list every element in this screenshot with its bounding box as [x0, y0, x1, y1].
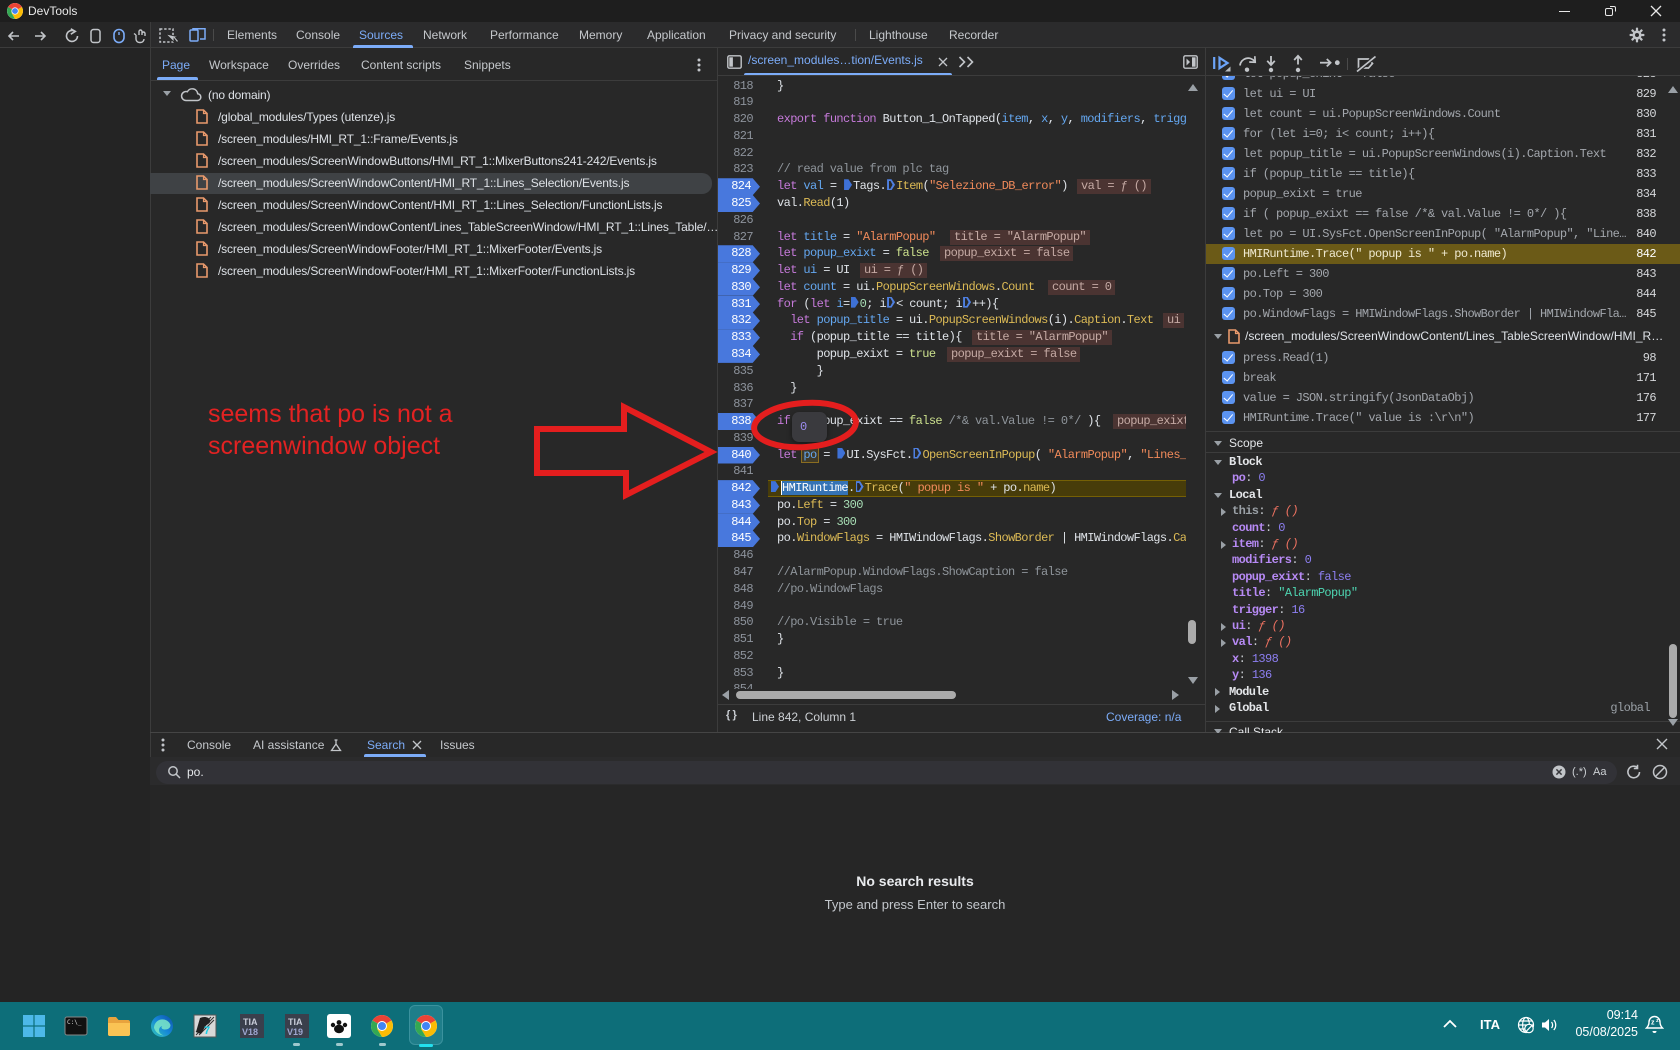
svg-text:V19: V19	[287, 1027, 303, 1037]
svg-text:TIA: TIA	[243, 1017, 258, 1027]
svg-text:z: z	[1656, 1018, 1659, 1024]
svg-text:TIA: TIA	[288, 1017, 303, 1027]
svg-text:z: z	[1651, 1020, 1655, 1027]
svg-text:7: 7	[204, 1025, 210, 1037]
svg-text:C:\_: C:\_	[67, 1019, 82, 1026]
svg-text:V18: V18	[242, 1027, 258, 1037]
